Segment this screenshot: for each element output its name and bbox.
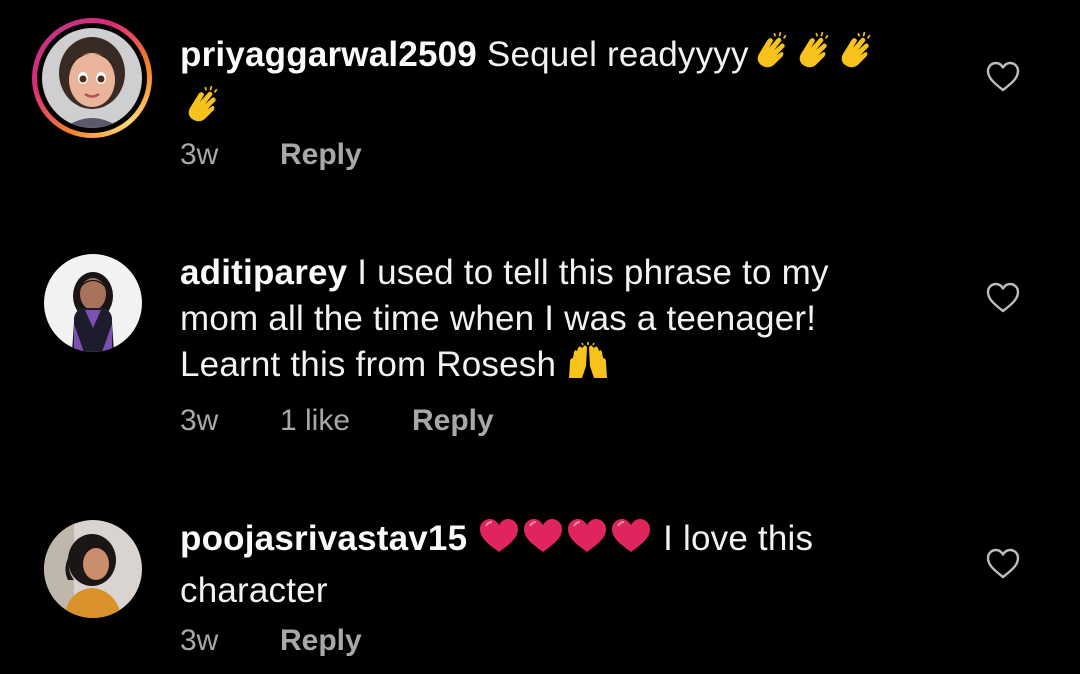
comment-meta: 3w Reply (180, 138, 362, 172)
comment-text-block: poojasrivastav15 I love this character (180, 516, 940, 614)
raising-hands-icon (566, 342, 610, 394)
comment-time: 3w (180, 624, 219, 657)
clapping-hands-icon (180, 84, 222, 138)
comment-text-line-2: character (180, 571, 328, 610)
avatar (42, 28, 142, 128)
comment-username[interactable]: poojasrivastav15 (180, 519, 467, 558)
clapping-hands-icon (833, 30, 875, 84)
comment-meta: 3w Reply (180, 624, 362, 658)
comment-text: Sequel readyyyy (486, 35, 749, 74)
red-heart-icon (521, 516, 565, 568)
comment-text-line-2: mom all the time when I was a teenager! (180, 299, 817, 338)
avatar[interactable] (44, 520, 142, 618)
like-heart-icon[interactable] (986, 548, 1020, 580)
comment-username[interactable]: priyaggarwal2509 (180, 35, 477, 74)
comment-text-line-3: Learnt this from Rosesh (180, 345, 557, 384)
reply-button[interactable]: Reply (280, 138, 362, 172)
like-heart-icon[interactable] (986, 61, 1020, 93)
like-heart-icon[interactable] (986, 282, 1020, 314)
comment-text-line-1: I love this (663, 519, 814, 558)
comment-text-line-1: I used to tell this phrase to my (357, 253, 829, 292)
reply-button[interactable]: Reply (280, 624, 362, 658)
comment-text-block: priyaggarwal2509 Sequel readyyyy (180, 30, 940, 138)
like-count[interactable]: 1 like (280, 404, 412, 438)
red-heart-icon (565, 516, 609, 568)
red-heart-icon (609, 516, 653, 568)
reply-button[interactable]: Reply (412, 404, 494, 438)
comment-time: 3w (180, 138, 219, 171)
clapping-hands-icon (749, 30, 791, 84)
comment-meta: 3w 1 like Reply (180, 404, 494, 438)
red-heart-icon (477, 516, 521, 568)
clapping-hands-icon (791, 30, 833, 84)
comment-time: 3w (180, 404, 219, 437)
comment-text-block: aditiparey I used to tell this phrase to… (180, 250, 940, 394)
avatar-story-ring[interactable] (32, 18, 152, 138)
avatar[interactable] (44, 254, 142, 352)
comment-username[interactable]: aditiparey (180, 253, 347, 292)
